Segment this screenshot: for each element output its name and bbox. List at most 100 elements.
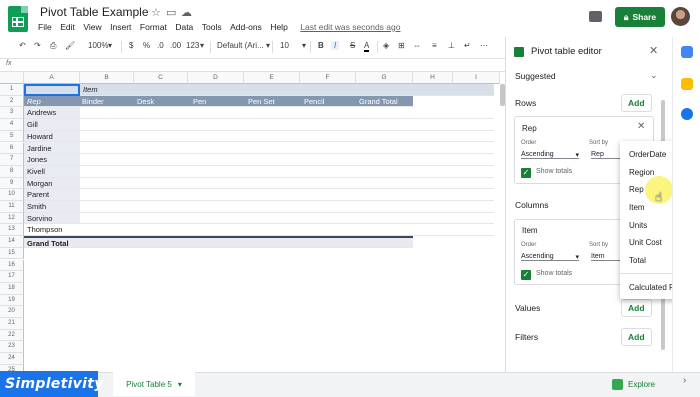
rep-cell[interactable]: Thompson [27,225,62,234]
more-icon[interactable]: ⋯ [480,41,488,50]
borders-icon[interactable]: ⊞ [398,41,405,50]
share-button[interactable]: 🔒︎ Share [615,7,665,27]
percent-button[interactable]: % [143,41,150,50]
menu-tools[interactable]: Tools [202,22,222,32]
keep-icon[interactable] [681,78,693,90]
italic-button[interactable]: I [331,41,340,50]
font-size-select[interactable]: 10 [280,41,289,50]
print-icon[interactable]: ⎙ [50,41,56,51]
chevron-right-icon[interactable]: › [683,375,686,386]
rep-cell[interactable]: Jardine [27,144,52,153]
merge-cells-icon[interactable]: ⇔ [413,41,421,50]
table-row[interactable]: Kivell [24,166,494,178]
add-value-button[interactable]: Add [621,299,652,317]
dropdown-option-total[interactable]: Total [629,256,646,265]
dropdown-option-units[interactable]: Units [629,221,647,230]
text-color-button[interactable]: A [364,41,370,52]
star-icon[interactable]: ☆ [151,6,161,19]
column-value-cell[interactable]: Pencil [304,97,324,106]
column-header[interactable]: B [80,72,134,84]
rep-cell[interactable]: Andrews [27,108,56,117]
currency-button[interactable]: $ [129,41,133,50]
column-header[interactable]: A [24,72,80,84]
menu-view[interactable]: View [83,22,101,32]
rep-cell[interactable]: Sorvino [27,214,52,223]
show-totals-checkbox[interactable]: ✓ [521,270,531,280]
avatar[interactable] [671,7,690,26]
wrap-icon[interactable]: ↵ [464,41,471,50]
calendar-icon[interactable] [681,46,693,58]
add-row-button[interactable]: Add [621,94,652,112]
column-header[interactable]: E [244,72,300,84]
dropdown-option-region[interactable]: Region [629,168,654,177]
close-icon[interactable]: ✕ [649,44,658,57]
menu-help[interactable]: Help [270,22,287,32]
rep-header-cell[interactable]: Rep [27,97,41,106]
column-value-cell[interactable]: Binder [82,97,104,106]
column-value-cell[interactable]: Desk [137,97,154,106]
tasks-icon[interactable] [681,108,693,120]
table-row[interactable]: Jones [24,154,494,166]
comments-icon[interactable] [589,11,602,22]
explore-button[interactable]: Explore [612,376,662,393]
suggested-label[interactable]: Suggested [515,71,556,81]
last-edit-link[interactable]: Last edit was seconds ago [300,22,400,32]
valign-icon[interactable]: ⊥ [448,41,455,50]
redo-icon[interactable]: ↷ [34,41,41,50]
column-header[interactable]: F [300,72,356,84]
table-row[interactable]: Gill [24,119,494,131]
select-all-corner[interactable] [0,72,24,84]
order-select[interactable]: Ascending ▾ [521,151,579,159]
sheet-tab[interactable]: Pivot Table 5 ▾ [113,372,195,396]
menu-addons[interactable]: Add-ons [230,22,262,32]
chevron-down-icon[interactable]: ⌄ [650,70,658,81]
column-header[interactable]: H [413,72,453,84]
chevron-down-icon[interactable]: ▾ [178,380,182,389]
sort-by-select[interactable]: Item [591,253,621,261]
rep-cell[interactable]: Smith [27,202,46,211]
grand-total-cell[interactable]: Grand Total [27,239,69,248]
undo-icon[interactable]: ↶ [19,41,26,50]
document-title[interactable]: Pivot Table Example [40,5,149,19]
rep-cell[interactable]: Howard [27,132,53,141]
strikethrough-button[interactable]: S [350,41,355,50]
menu-file[interactable]: File [38,22,52,32]
column-value-cell[interactable]: Pen Set [248,97,275,106]
grand-total-row[interactable]: Grand Total [24,236,413,248]
font-select[interactable]: Default (Ari... [217,41,264,50]
column-header[interactable]: C [134,72,188,84]
rep-cell[interactable]: Kivell [27,167,45,176]
dropdown-option-orderdate[interactable]: OrderDate [629,150,666,159]
table-row[interactable]: Andrews [24,107,494,120]
table-row[interactable]: Parent [24,189,494,201]
dropdown-option-item[interactable]: Item [629,203,645,212]
column-header[interactable]: G [356,72,413,84]
table-row[interactable]: Item [24,84,494,96]
table-row[interactable]: Thompson [24,224,494,237]
item-header-cell[interactable]: Item [83,85,98,94]
dropdown-option-unit-cost[interactable]: Unit Cost [629,238,662,247]
sort-by-select[interactable]: Rep [591,151,621,159]
show-totals-checkbox[interactable]: ✓ [521,168,531,178]
dropdown-option-rep[interactable]: Rep [629,185,644,194]
column-header[interactable]: D [188,72,244,84]
menu-edit[interactable]: Edit [60,22,75,32]
fill-color-icon[interactable]: ◈ [383,41,389,50]
increase-decimal-button[interactable]: .00 [170,41,181,50]
zoom-select[interactable]: 100% [88,41,108,50]
more-formats-button[interactable]: 123 [186,41,199,50]
rep-cell[interactable]: Parent [27,190,49,199]
add-filter-button[interactable]: Add [621,328,652,346]
rep-cell[interactable]: Jones [27,155,47,164]
column-value-cell[interactable]: Grand Total [359,97,398,106]
table-row[interactable]: Rep Binder Desk Pen Pen Set Pencil Grand… [24,95,413,108]
menu-format[interactable]: Format [140,22,167,32]
column-header[interactable]: I [453,72,500,84]
align-icon[interactable]: ≡ [432,41,437,50]
table-row[interactable]: Morgan [24,178,494,190]
table-row[interactable]: Jardine [24,143,494,155]
menu-insert[interactable]: Insert [110,22,131,32]
move-folder-icon[interactable]: ▭ [166,6,176,19]
column-value-cell[interactable]: Pen [193,97,206,106]
rep-cell[interactable]: Morgan [27,179,52,188]
